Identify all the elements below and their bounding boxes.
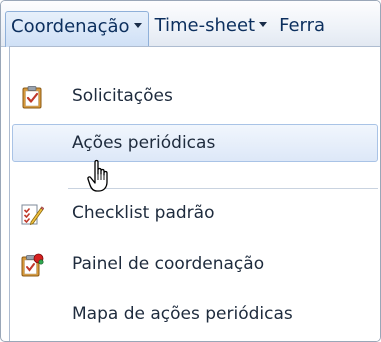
menu-item-acoes-periodicas-label: Ações periódicas [72,133,216,153]
chevron-down-icon [133,22,142,28]
menu-item-painel-de-coordenacao[interactable]: Painel de coordenação [12,245,378,283]
hand-pointer-cursor-icon [87,158,117,194]
menu-item-mapa-de-acoes-periodicas-label: Mapa de ações periódicas [72,304,293,324]
menu-ferramentas[interactable]: Ferra [273,11,331,47]
menu-item-painel-de-coordenacao-label: Painel de coordenação [72,254,265,274]
menu-item-solicitacoes-label: Solicitações [72,86,173,106]
menu-coordenacao[interactable]: Coordenação [5,11,149,47]
menu-item-checklist-padrao-label: Checklist padrão [72,203,215,223]
menu-item-mapa-de-acoes-periodicas[interactable]: Mapa de ações periódicas [12,295,378,333]
menu-coordenacao-label: Coordenação [11,16,130,37]
menu-time-sheet-label: Time-sheet [154,15,256,36]
clipboard-check-icon [20,85,44,109]
menu-ferramentas-label: Ferra [279,15,326,36]
menu-bar: Coordenação Time-sheet Ferra [1,1,380,47]
clipboard-red-flag-icon [20,253,44,277]
checklist-pencil-icon [20,202,45,226]
menu-item-checklist-padrao[interactable]: Checklist padrão [12,194,378,232]
coordenacao-dropdown: Solicitações Ações periódicas Checklist … [9,46,380,341]
menu-item-solicitacoes[interactable]: Solicitações [12,77,378,115]
chevron-down-icon [259,21,268,27]
menu-time-sheet[interactable]: Time-sheet [149,11,274,47]
window-frame: Coordenação Time-sheet Ferra Solicitaçõe… [0,0,381,342]
menu-item-acoes-periodicas[interactable]: Ações periódicas [12,124,378,162]
